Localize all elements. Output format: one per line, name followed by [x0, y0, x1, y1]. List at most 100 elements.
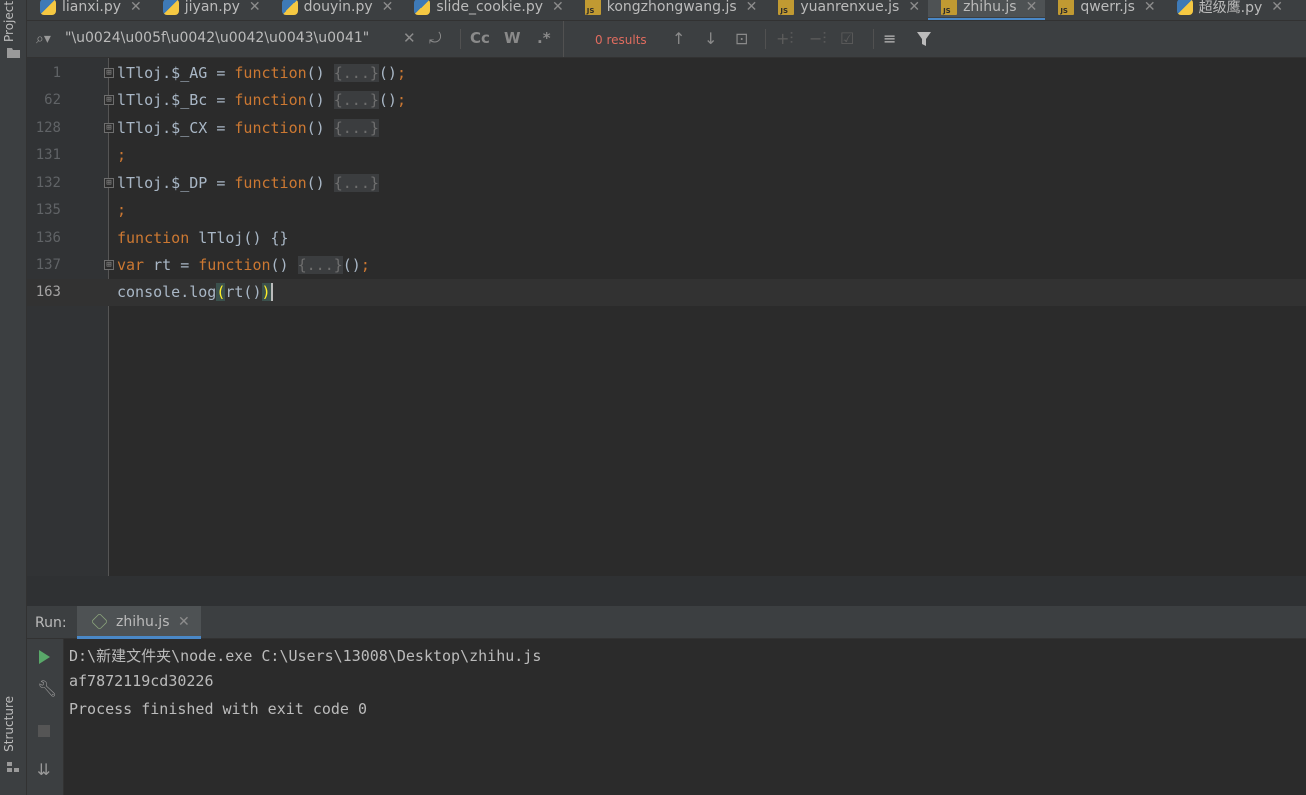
- editor-tab[interactable]: yuanrenxue.js ✕: [765, 0, 928, 17]
- editor-tab[interactable]: slide_cookie.py ✕: [401, 0, 571, 17]
- close-icon[interactable]: ✕: [1026, 0, 1038, 15]
- tab-label: douyin.py: [303, 0, 373, 15]
- clear-search-icon[interactable]: ✕: [403, 29, 416, 47]
- editor-tab[interactable]: kongzhongwang.js ✕: [572, 0, 766, 17]
- code-line[interactable]: 132 ⊞ lTloj.$_DP = function() {...}: [27, 170, 1306, 197]
- tab-label: jiyan.py: [184, 0, 240, 15]
- stop-icon[interactable]: [38, 725, 50, 737]
- run-tab[interactable]: zhihu.js ✕: [77, 606, 201, 639]
- run-console[interactable]: D:\新建文件夹\node.exe C:\Users\13008\Desktop…: [64, 639, 1306, 795]
- new-line-icon[interactable]: ⤾: [429, 29, 442, 47]
- close-icon[interactable]: ✕: [1271, 0, 1283, 15]
- code-line[interactable]: 135 ;: [27, 197, 1306, 224]
- python-file-icon: [281, 0, 298, 15]
- tab-label: slide_cookie.py: [436, 0, 544, 15]
- words-toggle[interactable]: W: [504, 29, 521, 47]
- close-icon[interactable]: ✕: [178, 614, 190, 630]
- find-bar: ⌕▾ "\u0024\u005f\u0042\u0042\u0043\u0041…: [27, 21, 1306, 58]
- editor-tab[interactable]: jiyan.py ✕: [150, 0, 269, 17]
- tab-label: lianxi.py: [62, 0, 122, 15]
- code-text: lTloj.$_CX = function() {...}: [117, 119, 379, 137]
- text-caret: [270, 283, 273, 301]
- filter-icon[interactable]: [917, 32, 931, 46]
- project-tool-window-label[interactable]: Project: [2, 0, 16, 42]
- line-number: 137: [35, 257, 61, 273]
- wrench-icon[interactable]: 🔧︎: [37, 679, 57, 698]
- filter-options-icon[interactable]: ≡: [883, 29, 896, 48]
- tab-label: qwerr.js: [1080, 0, 1135, 15]
- fold-icon[interactable]: ⊞: [104, 260, 114, 270]
- close-icon[interactable]: ✕: [908, 0, 920, 15]
- editor-horizontal-area: [27, 576, 1306, 606]
- close-icon[interactable]: ✕: [746, 0, 758, 15]
- fold-icon[interactable]: ⊞: [104, 123, 114, 133]
- folded-region[interactable]: {...}: [333, 174, 379, 192]
- code-line[interactable]: 131 ;: [27, 142, 1306, 169]
- code-line[interactable]: 136 function lTloj() {}: [27, 225, 1306, 252]
- fold-icon[interactable]: ⊞: [104, 178, 114, 188]
- code-line[interactable]: 128 ⊞ lTloj.$_CX = function() {...}: [27, 115, 1306, 142]
- fold-icon[interactable]: ⊞: [104, 68, 114, 78]
- add-occurrence-icon[interactable]: +⫶: [776, 29, 793, 49]
- python-file-icon: [414, 0, 431, 15]
- editor-tab[interactable]: lianxi.py ✕: [27, 0, 150, 17]
- rerun-icon[interactable]: [37, 650, 51, 664]
- structure-tool-window-label[interactable]: Structure: [2, 696, 16, 752]
- code-text: lTloj.$_AG = function() {...}();: [117, 64, 406, 82]
- close-icon[interactable]: ✕: [249, 0, 261, 15]
- scroll-to-end-icon[interactable]: ⇊: [37, 760, 50, 779]
- search-history-icon[interactable]: ⌕▾: [36, 31, 54, 47]
- editor-tab[interactable]: 超级鹰.py ✕: [1164, 0, 1291, 17]
- line-number: 62: [44, 92, 61, 108]
- close-icon[interactable]: ✕: [1144, 0, 1156, 15]
- code-line-current[interactable]: 163 console.log(rt()): [27, 279, 1306, 306]
- select-all-icon[interactable]: ☑: [840, 29, 854, 48]
- close-icon[interactable]: ✕: [382, 0, 394, 15]
- folded-region[interactable]: {...}: [297, 256, 343, 274]
- match-case-toggle[interactable]: Cc: [470, 29, 490, 47]
- python-file-icon: [1176, 0, 1193, 15]
- javascript-file-icon: [1058, 0, 1075, 15]
- close-icon[interactable]: ✕: [552, 0, 564, 15]
- tab-label: kongzhongwang.js: [606, 0, 737, 15]
- javascript-file-icon: [584, 0, 601, 15]
- search-query[interactable]: "\u0024\u005f\u0042\u0042\u0043\u0041": [65, 30, 369, 46]
- editor-tab-bar: lianxi.py ✕ jiyan.py ✕ douyin.py ✕ slide_co…: [27, 0, 1306, 21]
- folded-region[interactable]: {...}: [333, 91, 379, 109]
- code-text: ;: [117, 201, 127, 219]
- code-line[interactable]: 62 ⊞ lTloj.$_Bc = function() {...}();: [27, 87, 1306, 114]
- console-line: D:\新建文件夹\node.exe C:\Users\13008\Desktop…: [69, 647, 542, 665]
- code-line[interactable]: 137 ⊞ var rt = function() {...}();: [27, 252, 1306, 279]
- code-text: lTloj.$_DP = function() {...}: [117, 174, 379, 192]
- fold-icon[interactable]: ⊞: [104, 95, 114, 105]
- folded-region[interactable]: {...}: [333, 119, 379, 137]
- separator: [873, 29, 874, 49]
- code-text: ;: [117, 146, 127, 164]
- code-editor[interactable]: 1 ⊞ lTloj.$_AG = function() {...}(); 62 …: [27, 58, 1306, 576]
- tab-label: zhihu.js: [963, 0, 1017, 15]
- editor-tab[interactable]: qwerr.js ✕: [1045, 0, 1163, 17]
- line-number: 1: [52, 65, 61, 81]
- select-all-occurrences-icon[interactable]: ⊡: [735, 29, 748, 48]
- arrow-down-icon[interactable]: ↓: [704, 29, 717, 48]
- run-tab-label: zhihu.js: [116, 614, 170, 630]
- editor-tab-active[interactable]: zhihu.js ✕: [928, 0, 1046, 20]
- structure-icon[interactable]: [7, 762, 20, 773]
- console-line: Process finished with exit code 0: [69, 700, 368, 718]
- line-number: 132: [35, 175, 61, 191]
- code-line[interactable]: 1 ⊞ lTloj.$_AG = function() {...}();: [27, 60, 1306, 87]
- search-input[interactable]: ⌕▾ "\u0024\u005f\u0042\u0042\u0043\u0041…: [27, 21, 563, 57]
- left-tool-strip: Project Structure: [0, 0, 27, 795]
- code-text: function lTloj() {}: [117, 229, 289, 247]
- run-panel-header: Run: zhihu.js ✕: [27, 606, 1306, 639]
- arrow-up-icon[interactable]: ↑: [672, 29, 685, 48]
- search-results-count: 0 results: [595, 33, 647, 47]
- close-icon[interactable]: ✕: [130, 0, 142, 15]
- folded-region[interactable]: {...}: [333, 64, 379, 82]
- regex-toggle[interactable]: .*: [537, 29, 551, 47]
- editor-tab[interactable]: douyin.py ✕: [269, 0, 402, 17]
- folder-icon[interactable]: [7, 47, 20, 58]
- code-text: lTloj.$_Bc = function() {...}();: [117, 91, 406, 109]
- remove-occurrence-icon[interactable]: −⫶: [809, 29, 826, 49]
- code-text: var rt = function() {...}();: [117, 256, 370, 274]
